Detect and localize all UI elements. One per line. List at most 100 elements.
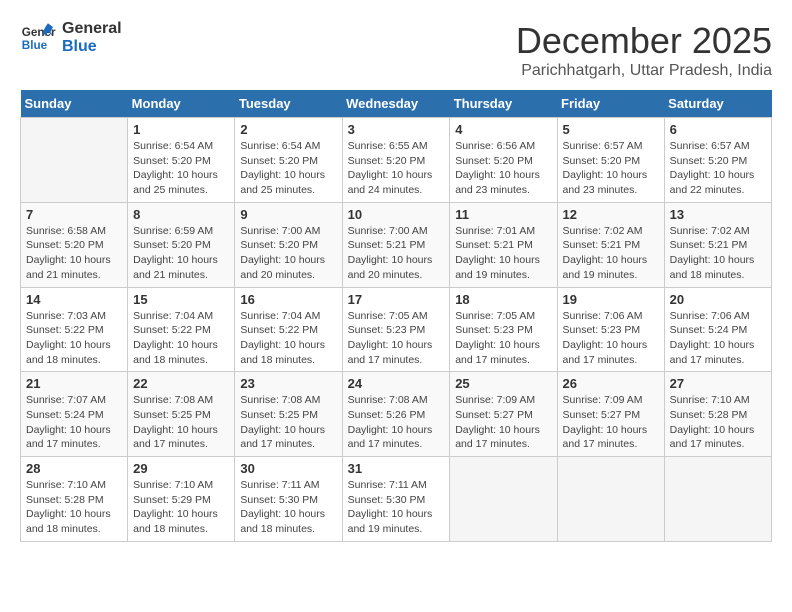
calendar-cell: 16 Sunrise: 7:04 AM Sunset: 5:22 PM Dayli… <box>235 287 342 372</box>
logo-general: General <box>62 20 122 38</box>
calendar-cell: 1Sunrise: 6:54 AM Sunset: 5:20 PM Daylig… <box>128 118 235 203</box>
column-header-thursday: Thursday <box>450 90 557 118</box>
calendar-cell: 19 Sunrise: 7:06 AM Sunset: 5:23 PM Dayli… <box>557 287 664 372</box>
day-number: 22 <box>133 376 229 391</box>
day-number: 16 <box>240 292 336 307</box>
calendar-cell: 17 Sunrise: 7:05 AM Sunset: 5:23 PM Dayli… <box>342 287 450 372</box>
logo-icon: General Blue <box>20 20 56 56</box>
day-info: Sunrise: 7:05 AM Sunset: 5:23 PM Dayligh… <box>348 309 445 368</box>
day-info: Sunrise: 6:57 AM Sunset: 5:20 PM Dayligh… <box>670 139 766 198</box>
calendar-table: SundayMondayTuesdayWednesdayThursdayFrid… <box>20 90 772 542</box>
day-info: Sunrise: 7:02 AM Sunset: 5:21 PM Dayligh… <box>670 224 766 283</box>
column-header-monday: Monday <box>128 90 235 118</box>
calendar-cell: 26 Sunrise: 7:09 AM Sunset: 5:27 PM Dayli… <box>557 372 664 457</box>
day-info: Sunrise: 7:10 AM Sunset: 5:28 PM Dayligh… <box>26 478 122 537</box>
day-number: 6 <box>670 122 766 137</box>
day-number: 31 <box>348 461 445 476</box>
day-number: 26 <box>563 376 659 391</box>
calendar-header-row: SundayMondayTuesdayWednesdayThursdayFrid… <box>21 90 772 118</box>
calendar-cell: 18Sunrise: 7:05 AM Sunset: 5:23 PM Dayli… <box>450 287 557 372</box>
day-info: Sunrise: 6:54 AM Sunset: 5:20 PM Dayligh… <box>133 139 229 198</box>
day-number: 8 <box>133 207 229 222</box>
day-number: 9 <box>240 207 336 222</box>
calendar-cell <box>21 118 128 203</box>
day-info: Sunrise: 7:00 AM Sunset: 5:21 PM Dayligh… <box>348 224 445 283</box>
day-number: 4 <box>455 122 551 137</box>
day-info: Sunrise: 6:57 AM Sunset: 5:20 PM Dayligh… <box>563 139 659 198</box>
calendar-week-3: 14 Sunrise: 7:03 AM Sunset: 5:22 PM Dayli… <box>21 287 772 372</box>
day-info: Sunrise: 7:11 AM Sunset: 5:30 PM Dayligh… <box>240 478 336 537</box>
day-info: Sunrise: 7:06 AM Sunset: 5:23 PM Dayligh… <box>563 309 659 368</box>
calendar-cell: 15 Sunrise: 7:04 AM Sunset: 5:22 PM Dayli… <box>128 287 235 372</box>
logo-blue: Blue <box>62 38 122 56</box>
calendar-cell: 21 Sunrise: 7:07 AM Sunset: 5:24 PM Dayli… <box>21 372 128 457</box>
calendar-cell: 2Sunrise: 6:54 AM Sunset: 5:20 PM Daylig… <box>235 118 342 203</box>
day-info: Sunrise: 7:05 AM Sunset: 5:23 PM Dayligh… <box>455 309 551 368</box>
day-number: 21 <box>26 376 122 391</box>
calendar-cell: 30Sunrise: 7:11 AM Sunset: 5:30 PM Dayli… <box>235 457 342 542</box>
day-number: 13 <box>670 207 766 222</box>
page-header: General Blue General Blue December 2025 … <box>20 20 772 80</box>
day-info: Sunrise: 7:03 AM Sunset: 5:22 PM Dayligh… <box>26 309 122 368</box>
day-info: Sunrise: 7:10 AM Sunset: 5:28 PM Dayligh… <box>670 393 766 452</box>
day-number: 3 <box>348 122 445 137</box>
day-info: Sunrise: 7:01 AM Sunset: 5:21 PM Dayligh… <box>455 224 551 283</box>
column-header-sunday: Sunday <box>21 90 128 118</box>
day-info: Sunrise: 6:59 AM Sunset: 5:20 PM Dayligh… <box>133 224 229 283</box>
calendar-cell: 24Sunrise: 7:08 AM Sunset: 5:26 PM Dayli… <box>342 372 450 457</box>
day-number: 5 <box>563 122 659 137</box>
calendar-cell: 9Sunrise: 7:00 AM Sunset: 5:20 PM Daylig… <box>235 202 342 287</box>
day-info: Sunrise: 6:58 AM Sunset: 5:20 PM Dayligh… <box>26 224 122 283</box>
calendar-cell: 4 Sunrise: 6:56 AM Sunset: 5:20 PM Daylig… <box>450 118 557 203</box>
day-number: 15 <box>133 292 229 307</box>
calendar-cell: 28Sunrise: 7:10 AM Sunset: 5:28 PM Dayli… <box>21 457 128 542</box>
day-number: 23 <box>240 376 336 391</box>
column-header-friday: Friday <box>557 90 664 118</box>
day-number: 24 <box>348 376 445 391</box>
calendar-cell: 31 Sunrise: 7:11 AM Sunset: 5:30 PM Dayli… <box>342 457 450 542</box>
day-info: Sunrise: 7:09 AM Sunset: 5:27 PM Dayligh… <box>455 393 551 452</box>
column-header-saturday: Saturday <box>664 90 771 118</box>
calendar-cell: 23 Sunrise: 7:08 AM Sunset: 5:25 PM Dayli… <box>235 372 342 457</box>
day-info: Sunrise: 7:09 AM Sunset: 5:27 PM Dayligh… <box>563 393 659 452</box>
column-header-tuesday: Tuesday <box>235 90 342 118</box>
calendar-week-4: 21 Sunrise: 7:07 AM Sunset: 5:24 PM Dayli… <box>21 372 772 457</box>
calendar-cell: 7Sunrise: 6:58 AM Sunset: 5:20 PM Daylig… <box>21 202 128 287</box>
calendar-week-2: 7Sunrise: 6:58 AM Sunset: 5:20 PM Daylig… <box>21 202 772 287</box>
day-number: 25 <box>455 376 551 391</box>
day-info: Sunrise: 6:56 AM Sunset: 5:20 PM Dayligh… <box>455 139 551 198</box>
day-info: Sunrise: 7:08 AM Sunset: 5:25 PM Dayligh… <box>240 393 336 452</box>
day-info: Sunrise: 7:11 AM Sunset: 5:30 PM Dayligh… <box>348 478 445 537</box>
calendar-cell: 13 Sunrise: 7:02 AM Sunset: 5:21 PM Dayli… <box>664 202 771 287</box>
day-number: 12 <box>563 207 659 222</box>
day-number: 10 <box>348 207 445 222</box>
calendar-cell: 29Sunrise: 7:10 AM Sunset: 5:29 PM Dayli… <box>128 457 235 542</box>
day-number: 19 <box>563 292 659 307</box>
calendar-cell <box>450 457 557 542</box>
location-title: Parichhatgarh, Uttar Pradesh, India <box>516 62 772 80</box>
svg-text:Blue: Blue <box>22 39 48 52</box>
day-info: Sunrise: 7:04 AM Sunset: 5:22 PM Dayligh… <box>133 309 229 368</box>
column-header-wednesday: Wednesday <box>342 90 450 118</box>
day-info: Sunrise: 7:02 AM Sunset: 5:21 PM Dayligh… <box>563 224 659 283</box>
day-info: Sunrise: 7:07 AM Sunset: 5:24 PM Dayligh… <box>26 393 122 452</box>
calendar-cell <box>664 457 771 542</box>
day-info: Sunrise: 7:06 AM Sunset: 5:24 PM Dayligh… <box>670 309 766 368</box>
calendar-cell: 12 Sunrise: 7:02 AM Sunset: 5:21 PM Dayli… <box>557 202 664 287</box>
calendar-week-5: 28Sunrise: 7:10 AM Sunset: 5:28 PM Dayli… <box>21 457 772 542</box>
title-area: December 2025 Parichhatgarh, Uttar Prade… <box>516 20 772 80</box>
calendar-cell: 25 Sunrise: 7:09 AM Sunset: 5:27 PM Dayli… <box>450 372 557 457</box>
calendar-cell: 11Sunrise: 7:01 AM Sunset: 5:21 PM Dayli… <box>450 202 557 287</box>
day-info: Sunrise: 7:04 AM Sunset: 5:22 PM Dayligh… <box>240 309 336 368</box>
day-number: 17 <box>348 292 445 307</box>
calendar-cell: 14 Sunrise: 7:03 AM Sunset: 5:22 PM Dayli… <box>21 287 128 372</box>
day-number: 27 <box>670 376 766 391</box>
calendar-cell: 27 Sunrise: 7:10 AM Sunset: 5:28 PM Dayli… <box>664 372 771 457</box>
calendar-cell: 20Sunrise: 7:06 AM Sunset: 5:24 PM Dayli… <box>664 287 771 372</box>
calendar-cell: 5 Sunrise: 6:57 AM Sunset: 5:20 PM Daylig… <box>557 118 664 203</box>
calendar-week-1: 1Sunrise: 6:54 AM Sunset: 5:20 PM Daylig… <box>21 118 772 203</box>
day-info: Sunrise: 7:08 AM Sunset: 5:25 PM Dayligh… <box>133 393 229 452</box>
day-number: 14 <box>26 292 122 307</box>
calendar-cell <box>557 457 664 542</box>
day-info: Sunrise: 6:54 AM Sunset: 5:20 PM Dayligh… <box>240 139 336 198</box>
